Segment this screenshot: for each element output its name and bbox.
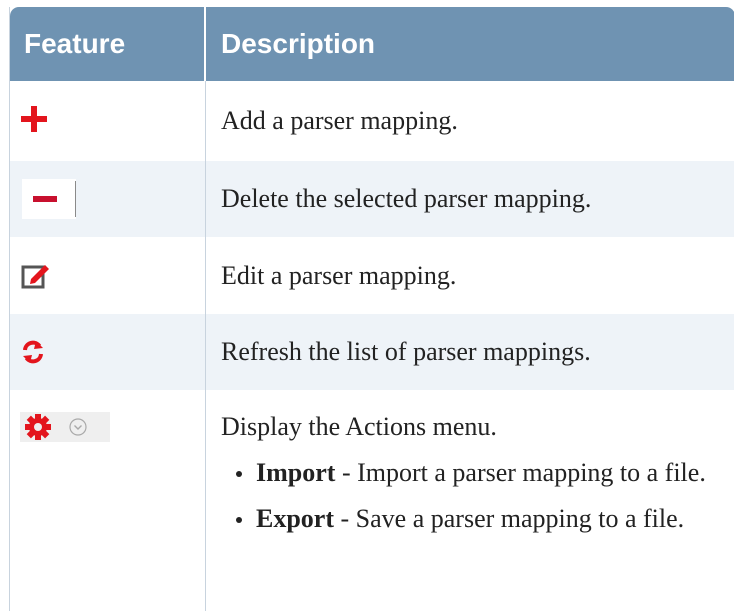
list-item: Import - Import a parser mapping to a fi… [221,456,734,489]
table-header: Feature Description [10,7,734,81]
table-row: Edit a parser mapping. [10,237,734,314]
plus-icon [21,106,47,132]
item-separator: - [334,504,356,533]
table-row: Display the Actions menu. Import - Impor… [10,390,734,611]
description-column-header: Description [221,28,376,59]
item-name: Export [256,504,334,533]
actions-icon-group [20,412,110,442]
feature-column-header: Feature [10,7,206,81]
feature-table: Feature Description Add a parser mapping… [9,7,734,611]
item-name: Import [256,458,336,487]
bullet-icon [236,471,242,477]
bullet-icon [236,517,242,523]
feature-cell [10,314,206,390]
table-row: Add a parser mapping. [10,81,734,161]
gear-icon [25,414,51,440]
feature-cell [10,390,206,611]
minus-icon [22,179,76,219]
item-text: Save a parser mapping to a file. [355,504,685,533]
description-cell: Edit a parser mapping. [221,260,457,290]
item-separator: - [335,458,358,487]
chevron-down-icon [69,418,87,436]
actions-description: Display the Actions menu. [221,412,497,441]
item-text: Import a parser mapping to a file. [357,458,706,487]
table-row: Refresh the list of parser mappings. [10,314,734,390]
edit-icon [21,265,49,289]
table-row: Delete the selected parser mapping. [10,161,734,237]
refresh-icon [23,340,43,364]
feature-cell [10,161,206,237]
description-cell: Add a parser mapping. [221,106,458,135]
description-cell: Display the Actions menu. Import - Impor… [206,390,734,611]
feature-cell [10,81,206,161]
actions-menu-list: Import - Import a parser mapping to a fi… [221,456,734,535]
description-cell: Refresh the list of parser mappings. [221,337,591,366]
description-cell: Delete the selected parser mapping. [221,184,592,213]
list-item: Export - Save a parser mapping to a file… [221,502,734,535]
feature-cell [10,237,206,314]
